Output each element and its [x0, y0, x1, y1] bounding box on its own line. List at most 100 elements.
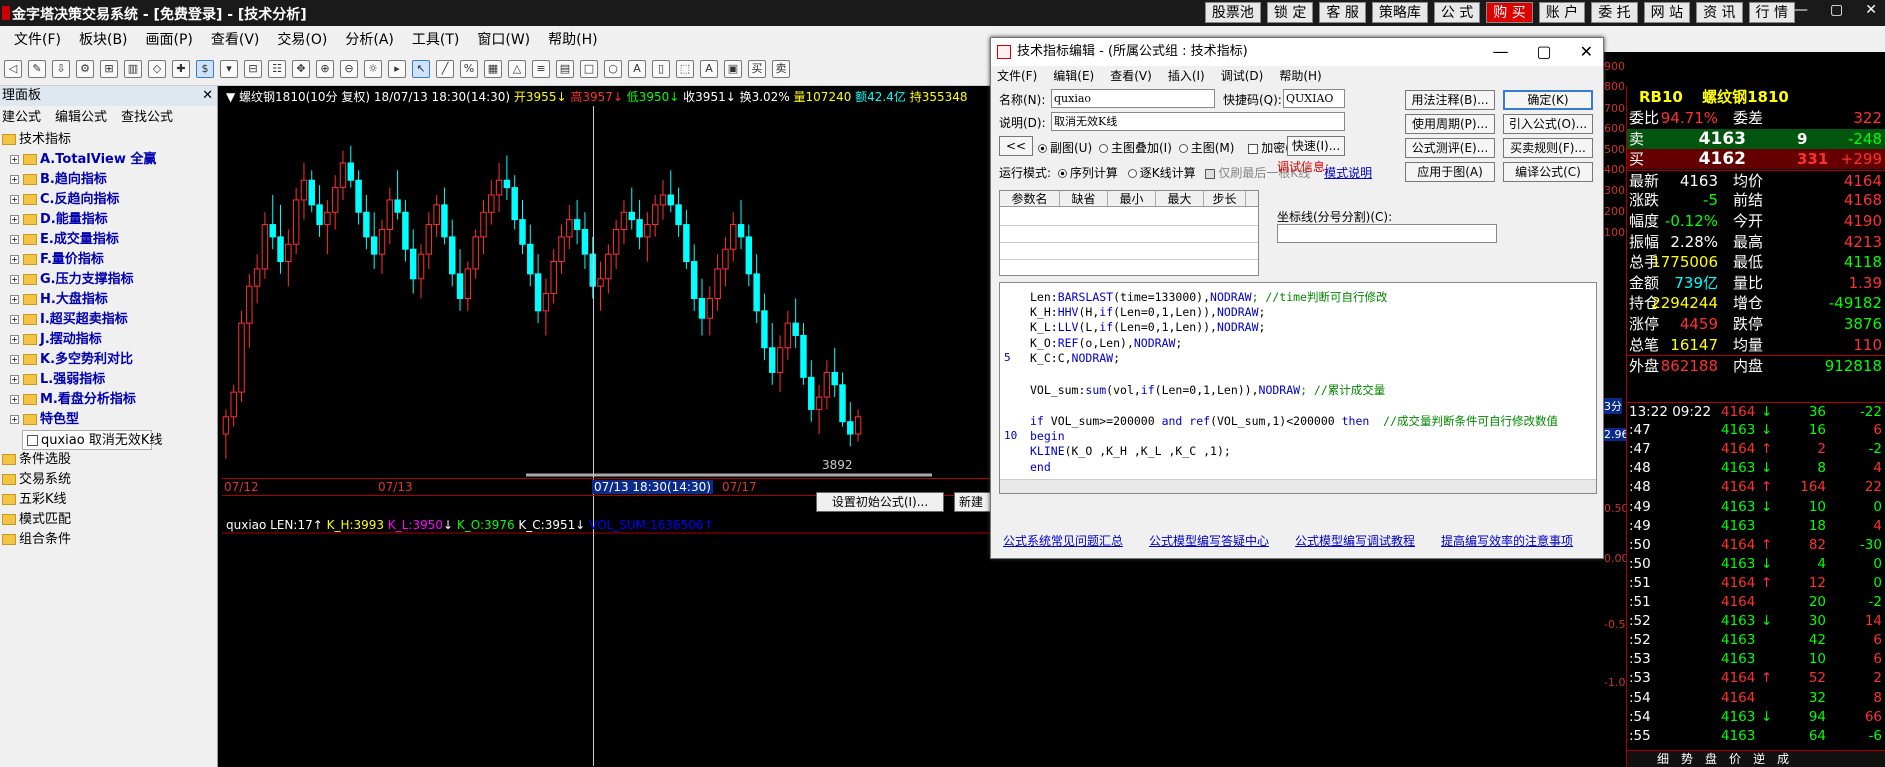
candle-body[interactable]	[644, 224, 651, 238]
candle-body[interactable]	[792, 322, 799, 336]
expand-icon[interactable]: +	[10, 355, 19, 364]
toolbar-icon[interactable]: ◁	[4, 59, 22, 78]
set-initial-formula-button[interactable]: 设置初始公式(I)...	[816, 492, 944, 512]
quick-button[interactable]: 快速(I)...	[1287, 136, 1345, 156]
toolbar-icon[interactable]: ⇩	[52, 59, 70, 78]
candle-body[interactable]	[573, 219, 581, 230]
tick-row[interactable]: 13:22 09:22 4164 ↓ 36 -22	[1627, 402, 1885, 421]
expand-icon[interactable]: +	[10, 335, 19, 344]
top-button-10[interactable]: 行 情	[1748, 2, 1795, 23]
tick-row[interactable]: :47 4164 ↑ 2 -2	[1627, 440, 1885, 459]
tree-node[interactable]: + B.趋向指标	[0, 170, 217, 190]
candle-body[interactable]	[269, 224, 276, 238]
radio-sub-chart[interactable]	[1038, 144, 1047, 153]
toolbar-icon[interactable]: ╱	[436, 59, 454, 78]
toolbar-icon[interactable]: $	[196, 59, 214, 78]
candle-body[interactable]	[285, 243, 292, 263]
candle-body[interactable]	[386, 199, 394, 231]
candle-body[interactable]	[331, 187, 339, 213]
tick-row[interactable]: :52 4163 42 6	[1627, 631, 1885, 650]
dialog-button[interactable]: 买卖规则(F)...	[1503, 138, 1593, 158]
candle-body[interactable]	[745, 236, 753, 275]
tick-row[interactable]: :54 4164 32 8	[1627, 689, 1885, 708]
candle-body[interactable]	[597, 278, 604, 287]
top-button-2[interactable]: 客 服	[1319, 2, 1366, 23]
tree-node[interactable]: + F.量价指标	[0, 250, 217, 270]
dialog-menu-item[interactable]: 调试(D)	[1221, 66, 1264, 86]
maximize-icon[interactable]: ▢	[1536, 38, 1551, 66]
toolbar-icon[interactable]: ✎	[28, 59, 46, 78]
toolbar-icon[interactable]: ⊟	[244, 59, 262, 78]
tree-node[interactable]: + G.压力支撑指标	[0, 270, 217, 290]
dialog-button[interactable]: 公式测评(E)...	[1405, 138, 1495, 158]
toolbar-icon[interactable]: 买	[748, 59, 766, 78]
close-icon[interactable]: ✕	[1580, 38, 1593, 66]
dialog-menu-item[interactable]: 查看(V)	[1110, 66, 1152, 86]
toolbar-icon[interactable]: ⊞	[100, 59, 118, 78]
menu-item[interactable]: 文件(F)	[14, 29, 61, 49]
candle-body[interactable]	[292, 199, 300, 245]
tree-node[interactable]: + L.强弱指标	[0, 370, 217, 390]
candle-body[interactable]	[753, 273, 760, 312]
toolbar-icon[interactable]: ▤	[556, 59, 574, 78]
quote-tab[interactable]: 势	[1681, 751, 1693, 767]
top-button-9[interactable]: 资 讯	[1696, 2, 1743, 23]
toolbar-icon[interactable]: ⚙	[76, 59, 94, 78]
candle-body[interactable]	[316, 204, 323, 226]
candle-body[interactable]	[511, 187, 518, 221]
expand-icon[interactable]: +	[10, 295, 19, 304]
expand-icon[interactable]: +	[10, 195, 19, 204]
collapse-button[interactable]: <<	[999, 136, 1033, 156]
candle-body[interactable]	[230, 391, 237, 418]
dialog-menu-item[interactable]: 插入(I)	[1168, 66, 1205, 86]
top-button-0[interactable]: 股票池	[1204, 2, 1261, 23]
tick-row[interactable]: :49 4163 ↓ 10 0	[1627, 498, 1885, 517]
tick-row[interactable]: :53 4163 10 6	[1627, 650, 1885, 669]
tree-node[interactable]: + C.反趋向指标	[0, 190, 217, 210]
toolbar-icon[interactable]: ≡	[532, 59, 550, 78]
candle-body[interactable]	[456, 273, 464, 300]
toolbar-icon[interactable]: A	[700, 59, 718, 78]
new-button[interactable]: 新建	[954, 492, 990, 512]
maximize-icon[interactable]: ▢	[1830, 2, 1843, 18]
refresh-last-checkbox[interactable]	[1205, 168, 1216, 179]
toolbar-icon[interactable]: %	[460, 59, 478, 78]
help-link[interactable]: 公式系统常见问题汇总	[1003, 532, 1123, 549]
axis-lines-input[interactable]	[1277, 224, 1497, 243]
candle-body[interactable]	[409, 248, 417, 280]
candle-body[interactable]	[527, 243, 534, 275]
candle-body[interactable]	[651, 204, 659, 226]
minimize-icon[interactable]: —	[1492, 38, 1508, 66]
toolbar-icon[interactable]: 卖	[772, 59, 790, 78]
candle-body[interactable]	[839, 384, 846, 423]
tick-row[interactable]: :50 4164 ↑ 82 -30	[1627, 536, 1885, 555]
candle-body[interactable]	[433, 204, 440, 226]
tree-node[interactable]: quxiao 取消无效K线	[22, 430, 162, 450]
kline-chart[interactable]: ▼ 螺纹钢1810(10分 复权) 18/07/13 18:30(14:30) …	[222, 86, 990, 767]
expand-icon[interactable]: +	[10, 275, 19, 284]
dialog-button[interactable]: 应用于图(A)	[1405, 162, 1495, 182]
top-button-8[interactable]: 网 站	[1643, 2, 1691, 23]
panel-tab[interactable]: 编辑公式	[55, 106, 107, 130]
tree-node[interactable]: + D.能量指标	[0, 210, 217, 230]
candle-body[interactable]	[675, 204, 682, 226]
candle-body[interactable]	[628, 211, 635, 221]
tick-row[interactable]: :49 4163 18 4	[1627, 517, 1885, 536]
candle-body[interactable]	[363, 211, 370, 238]
tree-node[interactable]: + I.超买超卖指标	[0, 310, 217, 330]
candle-body[interactable]	[402, 211, 409, 250]
radio-main-overlay[interactable]	[1098, 144, 1108, 153]
tree-node[interactable]: + K.多空势利对比	[0, 350, 217, 370]
candle-body[interactable]	[253, 268, 261, 287]
tick-row[interactable]: :55 4163 64 -6	[1627, 727, 1885, 746]
menu-item[interactable]: 工具(T)	[412, 29, 459, 49]
candle-body[interactable]	[714, 268, 721, 300]
toolbar-icon[interactable]: ⊖	[340, 59, 358, 78]
candle-body[interactable]	[261, 224, 269, 270]
minimize-icon[interactable]: —	[1794, 2, 1808, 18]
top-button-7[interactable]: 委 托	[1591, 2, 1638, 23]
expand-icon[interactable]: +	[10, 235, 19, 244]
candle-body[interactable]	[667, 194, 675, 206]
candle-body[interactable]	[550, 261, 557, 295]
candle-body[interactable]	[370, 236, 378, 255]
